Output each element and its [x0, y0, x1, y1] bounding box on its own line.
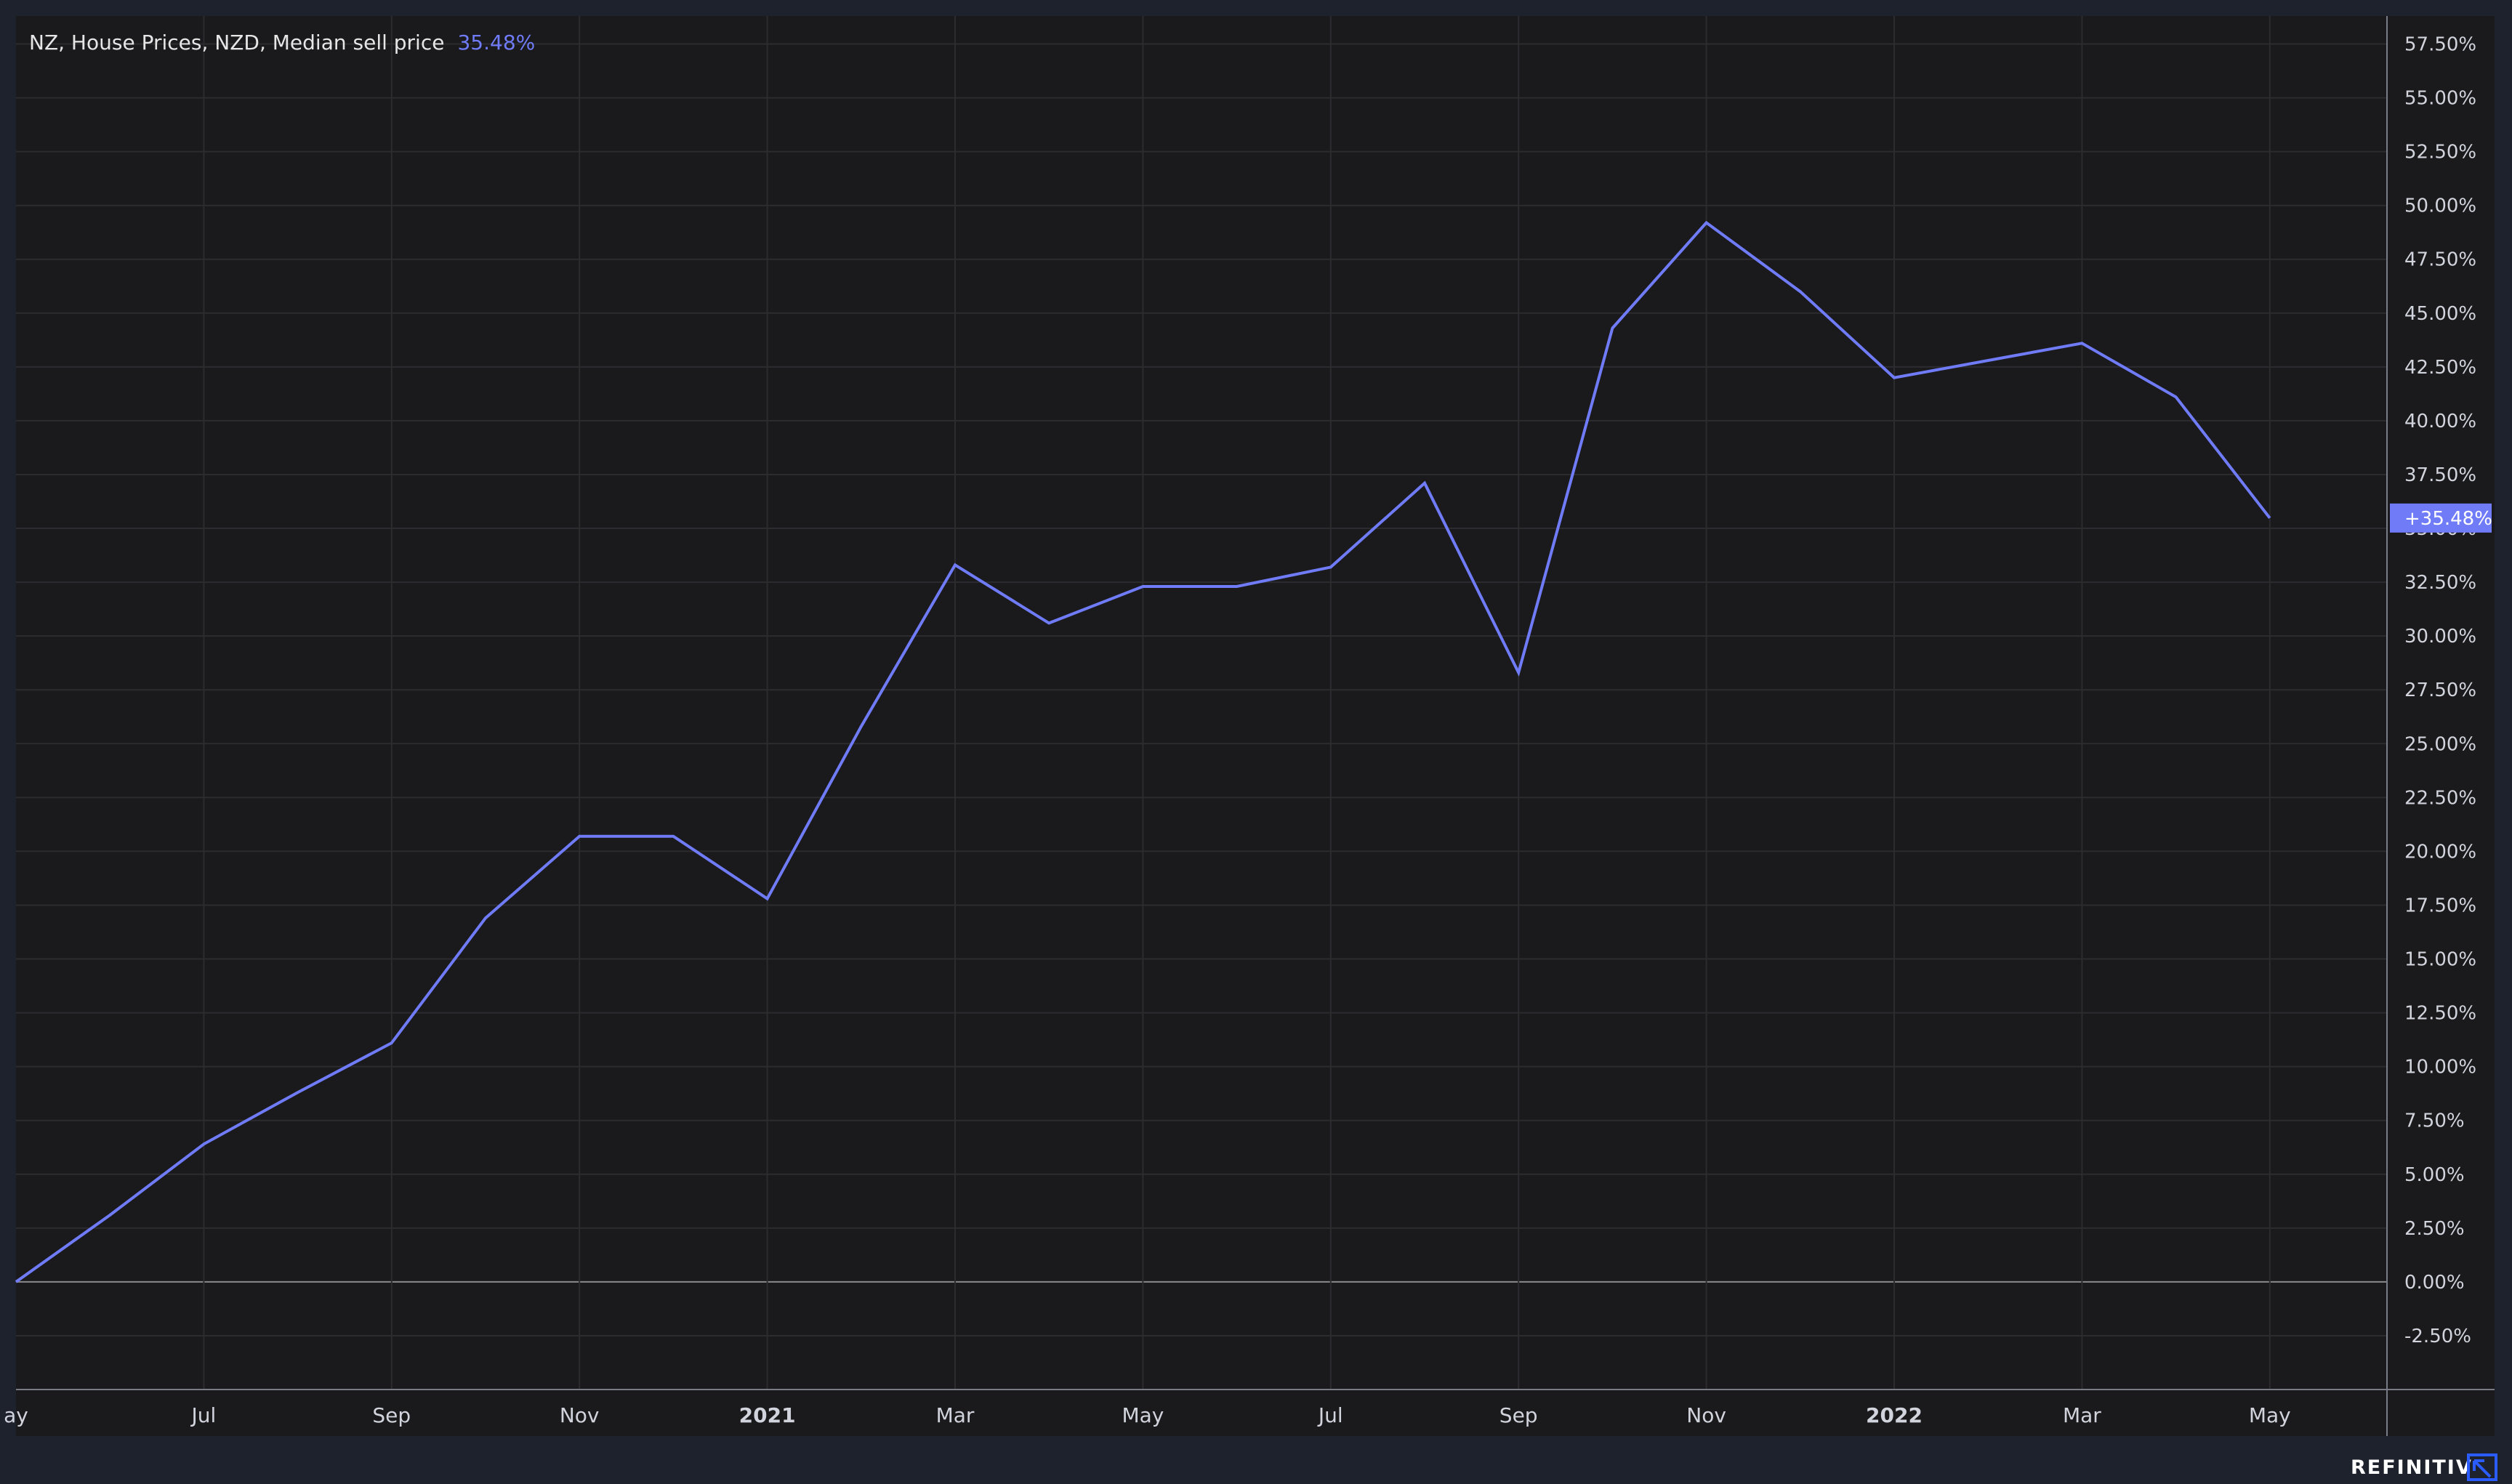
y-tick-label: 15.00%: [2404, 949, 2476, 971]
x-tick-label: Nov: [560, 1403, 600, 1427]
x-tick-label: May: [1122, 1403, 1164, 1427]
plot-area: [16, 16, 2495, 1436]
brand-text: REFINITIV: [2351, 1456, 2473, 1479]
y-tick-label: 10.00%: [2404, 1057, 2476, 1078]
x-tick-label: Sep: [1499, 1403, 1538, 1427]
y-tick-label: 5.00%: [2404, 1164, 2465, 1186]
y-tick-label: 0.00%: [2404, 1272, 2465, 1294]
x-tick-label: Mar: [2063, 1403, 2101, 1427]
y-tick-label: 30.00%: [2404, 626, 2476, 648]
y-tick-label: 22.50%: [2404, 787, 2476, 809]
x-tick-label: ay: [4, 1403, 28, 1427]
y-tick-label: 52.50%: [2404, 142, 2476, 164]
y-tick-label: 57.50%: [2404, 34, 2476, 56]
x-tick-label: 2022: [1866, 1403, 1923, 1427]
y-tick-label: 40.00%: [2404, 411, 2476, 432]
x-tick-label: Nov: [1686, 1403, 1726, 1427]
y-tick-label: -2.50%: [2404, 1326, 2471, 1347]
y-tick-label: 32.50%: [2404, 572, 2476, 594]
x-tick-label: Jul: [190, 1403, 217, 1427]
y-tick-label: 12.50%: [2404, 1003, 2476, 1025]
x-tick-label: Sep: [372, 1403, 411, 1427]
last-value-text: +35.48%: [2404, 508, 2492, 530]
x-tick-label: Mar: [936, 1403, 975, 1427]
line-chart: -2.50% 0.00% 2.50% 5.00% 7.50% 10.00% 12.50% 15…: [0, 0, 2512, 1484]
y-tick-label: 17.50%: [2404, 895, 2476, 916]
y-tick-label: 45.00%: [2404, 303, 2476, 325]
x-tick-label: Jul: [1317, 1403, 1343, 1427]
y-tick-label: 7.50%: [2404, 1110, 2465, 1132]
y-tick-label: 25.00%: [2404, 733, 2476, 755]
y-tick-label: 42.50%: [2404, 357, 2476, 379]
y-tick-label: 27.50%: [2404, 680, 2476, 701]
last-value-label: +35.48%: [2390, 503, 2492, 533]
legend: NZ, House Prices, NZD, Median sell price…: [29, 31, 535, 55]
y-tick-label: 20.00%: [2404, 841, 2476, 863]
legend-series-name: NZ, House Prices, NZD, Median sell price: [29, 31, 444, 55]
x-tick-label: May: [2249, 1403, 2291, 1427]
chart-container: -2.50% 0.00% 2.50% 5.00% 7.50% 10.00% 12.50% 15…: [0, 0, 2512, 1484]
legend-series-value: 35.48%: [457, 31, 535, 55]
y-tick-label: 2.50%: [2404, 1218, 2465, 1240]
y-tick-label: 55.00%: [2404, 88, 2476, 110]
y-tick-label: 50.00%: [2404, 195, 2476, 217]
x-tick-label: 2021: [739, 1403, 796, 1427]
y-tick-label: 37.50%: [2404, 464, 2476, 486]
y-tick-label: 47.50%: [2404, 249, 2476, 271]
